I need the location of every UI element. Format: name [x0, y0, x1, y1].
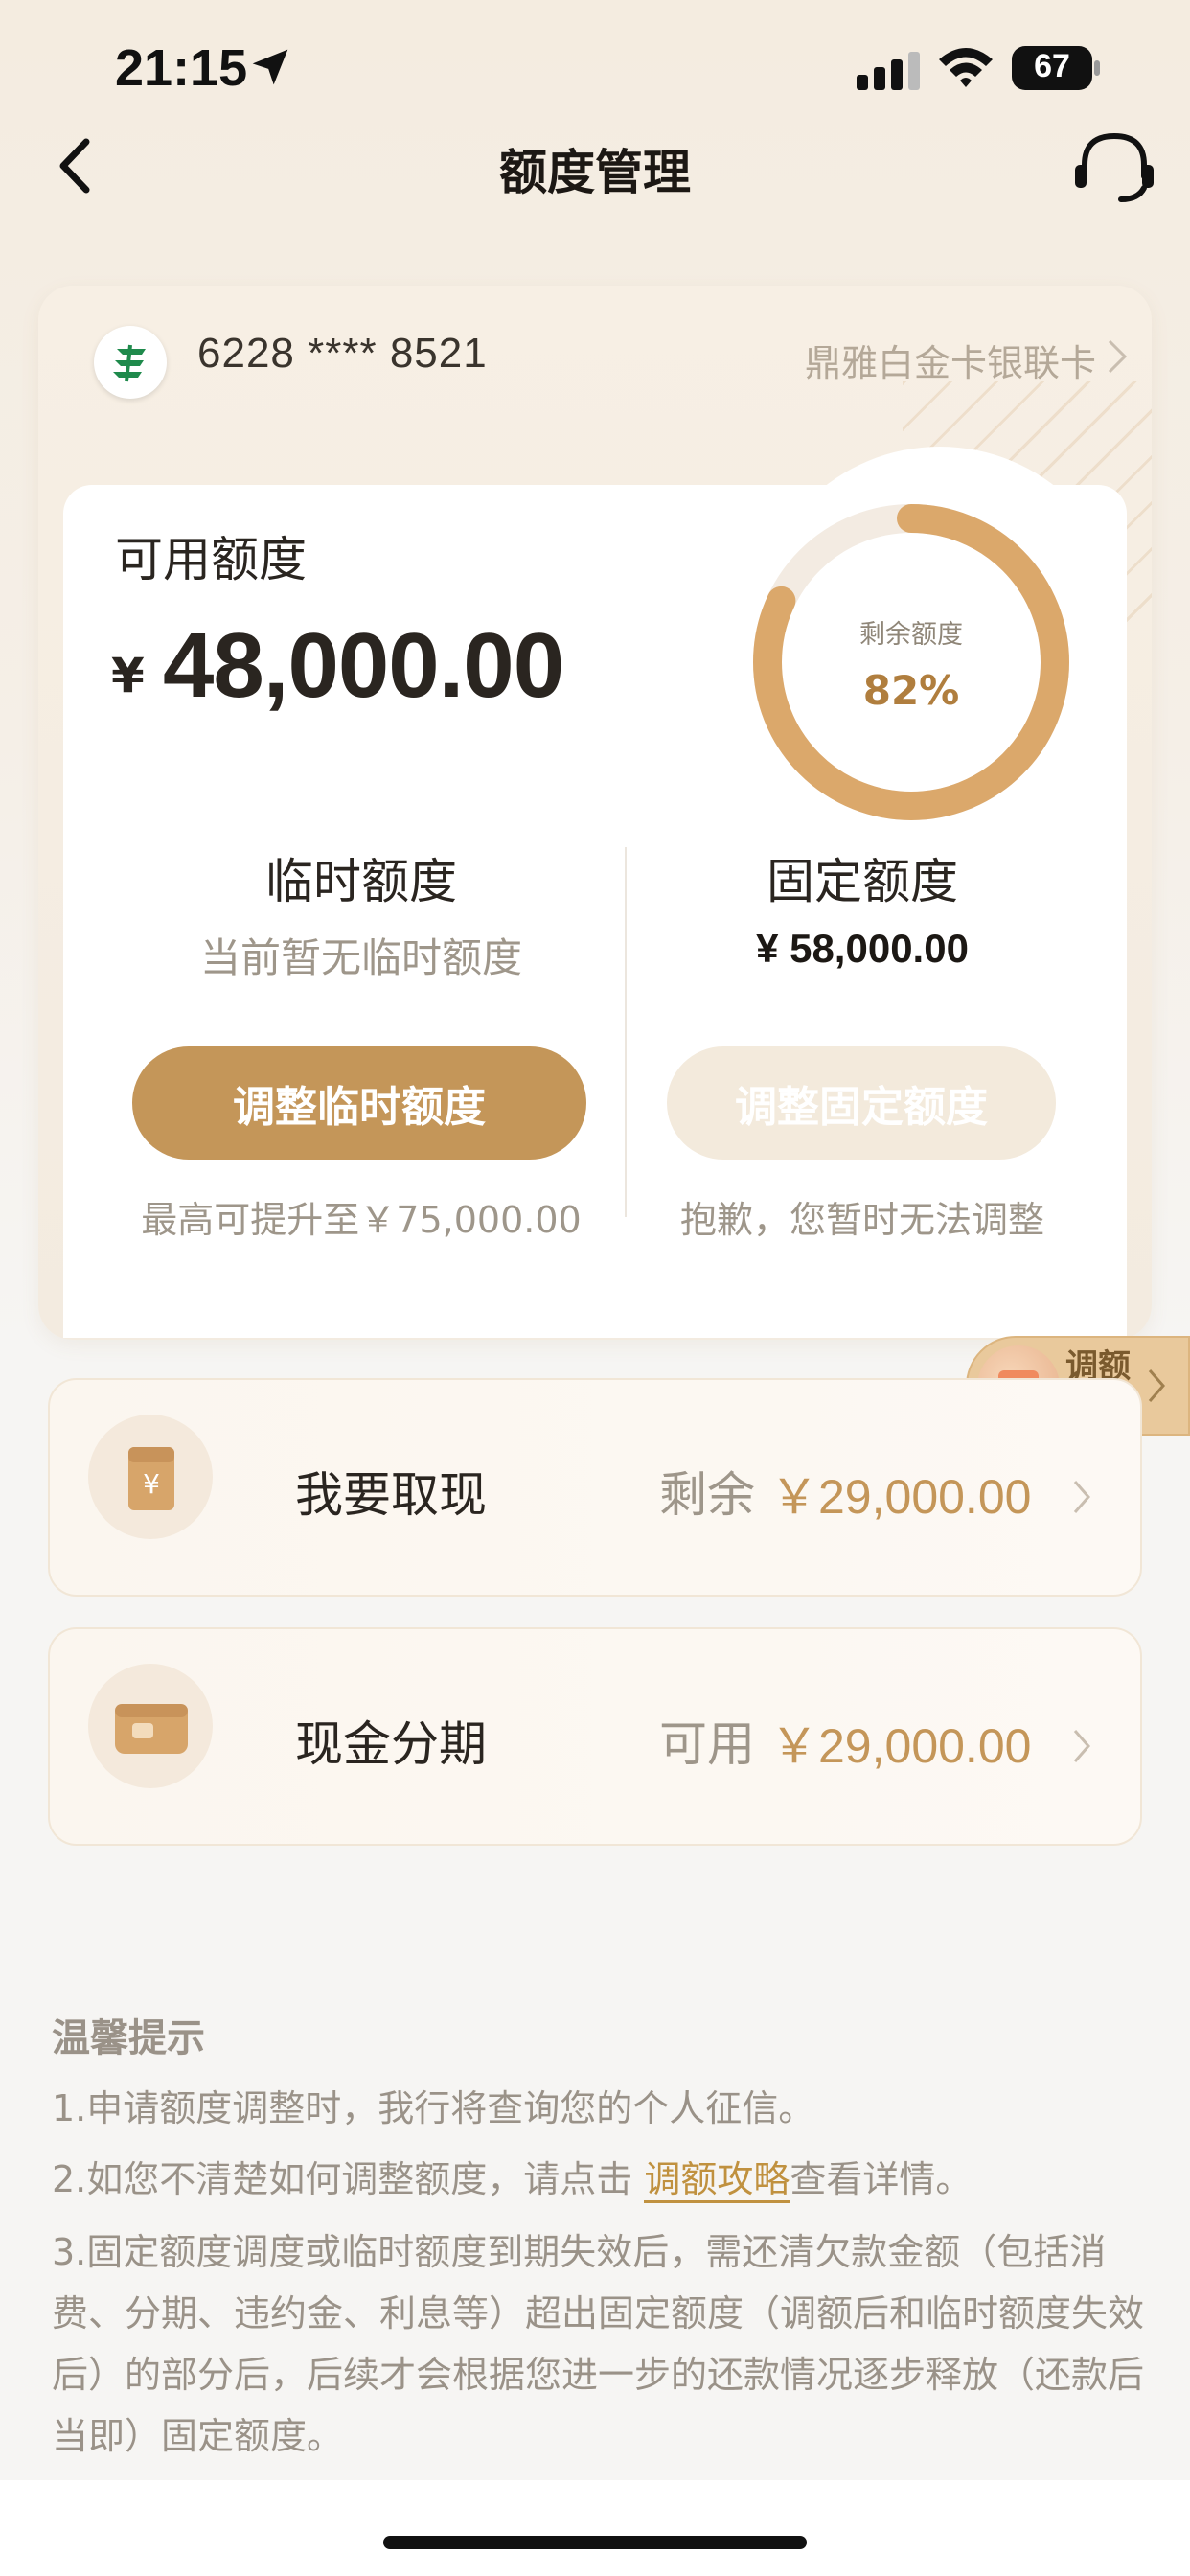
card-type-label[interactable]: 鼎雅白金卡银联卡 [805, 334, 1096, 386]
tip-line-3: 3.固定额度调度或临时额度到期失效后，需还清欠款金额（包括消费、分期、违约金、利… [52, 2231, 1145, 2457]
chevron-right-icon [1148, 1369, 1165, 1402]
cash-withdrawal-label: 我要取现 [295, 1467, 487, 1523]
fixed-limit-note: 抱歉，您暂时无法调整 [679, 1199, 1044, 1241]
cash-installment-amount: ￥29,000.00 [770, 1719, 1032, 1773]
list-item-cash-withdrawal[interactable]: ¥ 我要取现 剩余 ￥29,000.00 [48, 1378, 1142, 1597]
temporary-limit-title: 临时额度 [265, 854, 457, 909]
temporary-limit-status: 当前暂无临时额度 [199, 934, 522, 981]
remaining-limit-gauge [753, 504, 1069, 820]
chevron-right-icon [1073, 1730, 1090, 1762]
battery-level: 67 [1034, 48, 1070, 84]
cash-installment-prefix: 可用 [659, 1716, 755, 1772]
tip-line-2-text: 2.如您不清楚如何调整额度，请点击 [52, 2158, 645, 2200]
cellular-signal-icon [857, 52, 920, 90]
chevron-right-icon [1108, 339, 1128, 374]
adjust-guide-link[interactable]: 调额攻略 [644, 2158, 790, 2203]
wifi-icon [939, 48, 993, 87]
cash-envelope-icon: ¥ [88, 1414, 213, 1539]
wallet-icon [88, 1664, 213, 1788]
page-title: 额度管理 [499, 145, 691, 200]
cash-withdrawal-amount: ￥29,000.00 [770, 1470, 1032, 1524]
bank-logo-icon [94, 326, 167, 399]
fixed-limit-title: 固定额度 [767, 854, 958, 909]
tips-title: 温馨提示 [52, 2016, 205, 2060]
list-item-cash-installment[interactable]: 现金分期 可用 ￥29,000.00 [48, 1627, 1142, 1846]
tip-line-2-suffix: 查看详情。 [790, 2158, 973, 2200]
status-bar: 21:15 67 [0, 0, 1190, 134]
cash-installment-label: 现金分期 [295, 1716, 487, 1772]
tip-line-1: 1.申请额度调整时，我行将查询您的个人征信。 [52, 2087, 815, 2129]
cash-withdrawal-prefix: 剩余 [659, 1467, 755, 1523]
status-time: 21:15 [115, 39, 248, 97]
battery-icon: 67 [1012, 46, 1100, 90]
tip-line-2: 2.如您不清楚如何调整额度，请点击 调额攻略查看详情。 [52, 2149, 1144, 2210]
temporary-limit-note: 最高可提升至￥75,000.00 [141, 1199, 582, 1241]
location-arrow-icon [252, 49, 288, 85]
fixed-limit-amount: ¥ 58,000.00 [756, 926, 969, 971]
gauge-percentage: 82% [862, 667, 960, 714]
chevron-right-icon [1073, 1481, 1090, 1513]
adjust-temporary-limit-button[interactable]: 调整临时额度 [132, 1046, 586, 1160]
customer-service-headset-icon[interactable] [1071, 130, 1157, 205]
currency-symbol: ¥ [111, 648, 145, 703]
adjust-fixed-limit-button[interactable]: 调整固定额度 [667, 1046, 1056, 1160]
svg-text:¥: ¥ [143, 1468, 160, 1500]
available-limit-amount: 48,000.00 [163, 614, 564, 717]
gauge-label: 剩余额度 [859, 620, 963, 650]
available-limit-label: 可用额度 [115, 532, 307, 587]
bottom-safe-area [0, 2480, 1190, 2576]
card-number: 6228 **** 8521 [197, 330, 488, 377]
home-indicator[interactable] [383, 2536, 807, 2549]
column-divider [625, 847, 627, 1217]
